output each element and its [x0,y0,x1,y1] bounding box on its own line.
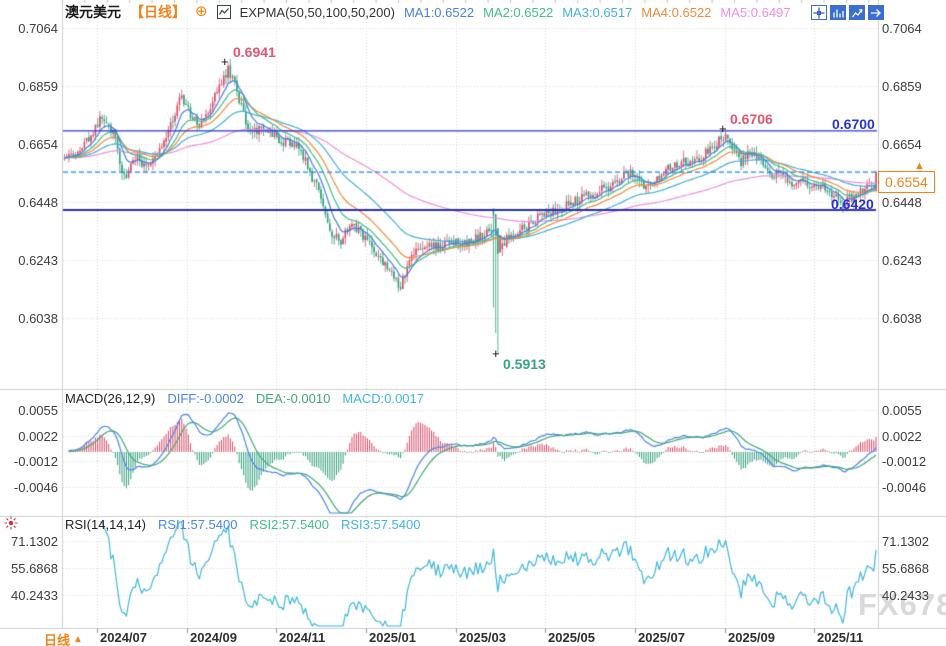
indicator-label: EXPMA(50,50,100,50,200) [240,5,395,20]
pan-right-icon[interactable] [868,5,884,20]
price-up-arrow-icon: ▲ [914,161,925,172]
support-label: 0.6420 [831,196,874,212]
period-tag: 【日线】 [130,2,186,22]
macd-axis-label: 0.0055 [4,403,58,418]
ma5-value: MA5:0.6497 [720,5,790,20]
macd-value: MACD:0.0017 [342,391,424,406]
ma1-value: MA1:0.6522 [404,5,474,20]
y-axis-label: 0.6038 [882,311,922,326]
y-axis-label: 0.6654 [882,137,922,152]
resistance-label: 0.6700 [832,116,875,132]
macd-diff-value: DIFF:-0.0002 [167,391,244,406]
x-axis-label: 2025/05 [548,630,595,645]
live-blink-icon [3,515,19,536]
y-axis-label: 0.7064 [882,21,922,36]
y-axis-label: 0.6859 [4,79,58,94]
y-axis-label: 0.6448 [882,195,922,210]
chart-window: 澳元美元 【日线】 ⊕ EXPMA(50,50,100,50,200) MA1:… [0,0,946,646]
y-axis-label: 0.6654 [4,137,58,152]
x-axis-label: 2025/09 [728,630,775,645]
add-indicator-icon[interactable]: ⊕ [195,5,208,19]
rsi1-value: RSI1:57.5400 [158,517,238,532]
y-axis-label: 0.6859 [882,79,922,94]
rsi-axis-label: 71.1302 [882,534,929,549]
price-chart-canvas[interactable] [0,0,946,646]
expma-chart-icon [217,5,231,19]
macd-axis-label: 0.0022 [4,429,58,444]
macd-name: MACD(26,12,9) [65,391,155,406]
chart-header: 澳元美元 【日线】 ⊕ EXPMA(50,50,100,50,200) MA1:… [65,3,791,21]
x-axis-label: 2025/07 [638,630,685,645]
y-axis-label: 0.6243 [882,253,922,268]
trend-line-icon[interactable] [849,5,865,20]
rsi-axis-label: 55.6868 [4,561,58,576]
swing-high-marker: + [719,121,727,136]
y-axis-label: 0.7064 [4,21,58,36]
high-marker: + [221,54,229,69]
swing-high-label: 0.6706 [730,111,773,127]
chart-toolbar [811,5,884,20]
x-axis-label: 2025/11 [817,630,863,645]
current-price-badge: 0.6554 [878,171,935,193]
rsi2-value: RSI2:57.5400 [249,517,329,532]
rsi-axis-label: 71.1302 [4,534,58,549]
macd-axis-label: 0.0055 [882,403,922,418]
x-axis-label: 2025/01 [369,630,416,645]
macd-axis-label: -0.0046 [4,480,58,495]
macd-axis-label: -0.0046 [882,480,926,495]
y-axis-label: 0.6243 [4,253,58,268]
x-axis-label: 2024/11 [279,630,325,645]
low-marker: + [492,346,500,361]
symbol-title: 澳元美元 [65,2,121,22]
macd-header: MACD(26,12,9) DIFF:-0.0002 DEA:-0.0010 M… [65,391,424,406]
rsi-axis-label: 55.6868 [882,561,929,576]
x-axis-label: 2025/03 [459,630,506,645]
x-axis-label: 2024/07 [100,630,147,645]
ma4-value: MA4:0.6522 [641,5,711,20]
y-axis-label: 0.6038 [4,311,58,326]
ma2-value: MA2:0.6522 [483,5,553,20]
high-price-label: 0.6941 [233,44,276,60]
period-selector-button[interactable]: 日线 ▲ [44,630,83,646]
crosshair-icon[interactable] [811,5,827,20]
bar-chart-icon[interactable] [830,5,846,20]
y-axis-label: 0.6448 [4,195,58,210]
ma3-value: MA3:0.6517 [562,5,632,20]
period-up-arrow-icon: ▲ [73,634,83,645]
rsi3-value: RSI3:57.5400 [341,517,421,532]
macd-dea-value: DEA:-0.0010 [256,391,330,406]
macd-axis-label: -0.0012 [4,454,58,469]
rsi-axis-label: 40.2433 [882,588,929,603]
macd-axis-label: 0.0022 [882,429,922,444]
rsi-header: RSI(14,14,14) RSI1:57.5400 RSI2:57.5400 … [65,517,420,532]
macd-axis-label: -0.0012 [882,454,926,469]
period-selector-label: 日线 [44,630,70,646]
low-price-label: 0.5913 [503,356,546,372]
rsi-name: RSI(14,14,14) [65,517,146,532]
rsi-axis-label: 40.2433 [4,588,58,603]
x-axis-label: 2024/09 [190,630,237,645]
